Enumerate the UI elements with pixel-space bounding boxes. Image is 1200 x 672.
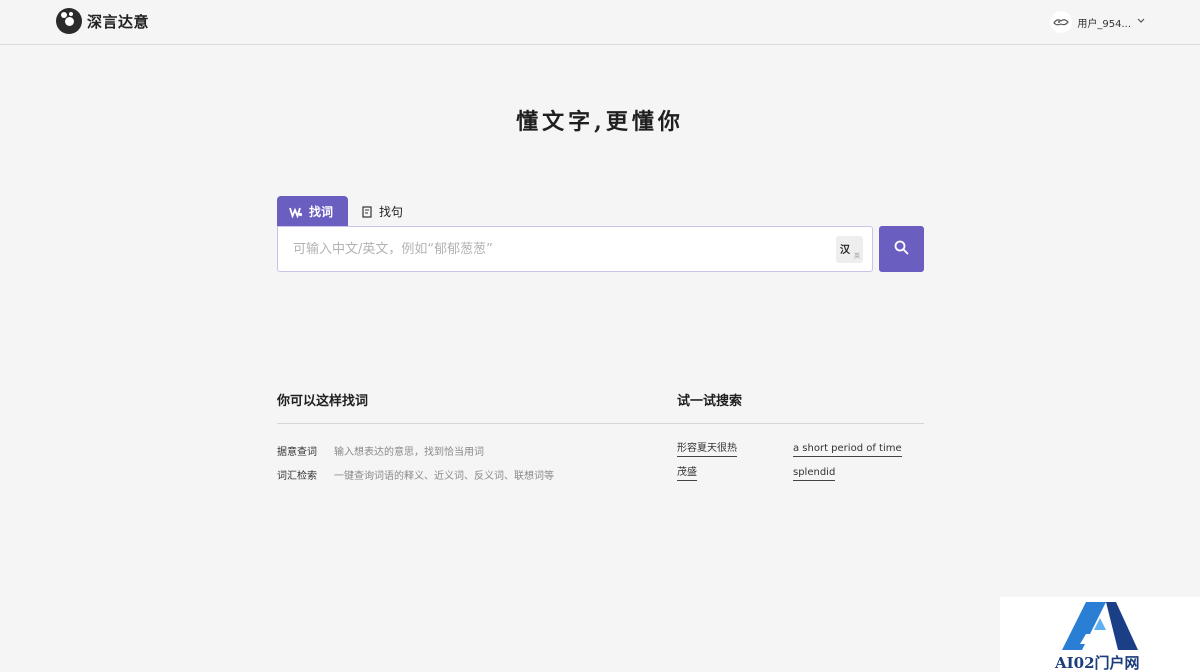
user-name: 用户_954... [1077, 18, 1131, 30]
find-sentence-icon [362, 205, 373, 218]
usage-row: 据意查词 输入想表达的意思，找到恰当用词 [277, 443, 484, 458]
user-menu[interactable]: 用户_954... [1050, 11, 1145, 33]
try-search-link[interactable]: splendid [793, 466, 836, 481]
try-search-link[interactable]: 形容夏天很热 [677, 442, 737, 457]
find-word-icon [289, 206, 303, 218]
language-toggle-sub: 英 [853, 253, 860, 260]
usage-desc: 输入想表达的意思，找到恰当用词 [334, 447, 484, 458]
search-input[interactable] [293, 227, 833, 271]
logo-text: 深言达意 [87, 12, 150, 31]
watermark-text: AI02门户网 [1055, 654, 1140, 672]
page-slogan: 懂文字,更懂你 [516, 109, 684, 135]
search-button[interactable] [879, 226, 924, 272]
search-box: 汉 英 [277, 226, 873, 272]
usage-desc: 一键查询词语的释义、近义词、反义词、联想词等 [334, 471, 554, 482]
try-search-title: 试一试搜索 [677, 394, 743, 409]
try-search-link[interactable]: 茂盛 [677, 466, 697, 481]
watermark-logo-icon [1062, 602, 1138, 650]
usage-row: 词汇检索 一键查询词语的释义、近义词、反义词、联想词等 [277, 467, 554, 482]
language-toggle-label: 汉 [840, 245, 850, 256]
chevron-down-icon [1137, 17, 1145, 27]
search-mode-tabs: 找词 找句 [277, 196, 415, 227]
language-toggle-button[interactable]: 汉 英 [836, 236, 863, 263]
watermark: AI02门户网 [1000, 597, 1200, 672]
top-header: 深言达意 用户_954... [0, 0, 1200, 45]
usage-section-title: 你可以这样找词 [277, 394, 369, 409]
tab-find-sentence[interactable]: 找句 [348, 196, 415, 227]
usage-label: 词汇检索 [277, 471, 317, 482]
logo[interactable]: 深言达意 [56, 8, 149, 34]
usage-label: 据意查词 [277, 447, 317, 458]
try-search-link[interactable]: a short period of time [793, 442, 902, 457]
search-icon [894, 240, 909, 259]
user-avatar-icon [1050, 11, 1073, 33]
tab-find-word-label: 找词 [309, 205, 334, 219]
tab-find-sentence-label: 找句 [379, 205, 404, 219]
section-divider [277, 423, 924, 424]
tab-find-word[interactable]: 找词 [277, 196, 348, 227]
panda-logo-icon [56, 8, 82, 34]
